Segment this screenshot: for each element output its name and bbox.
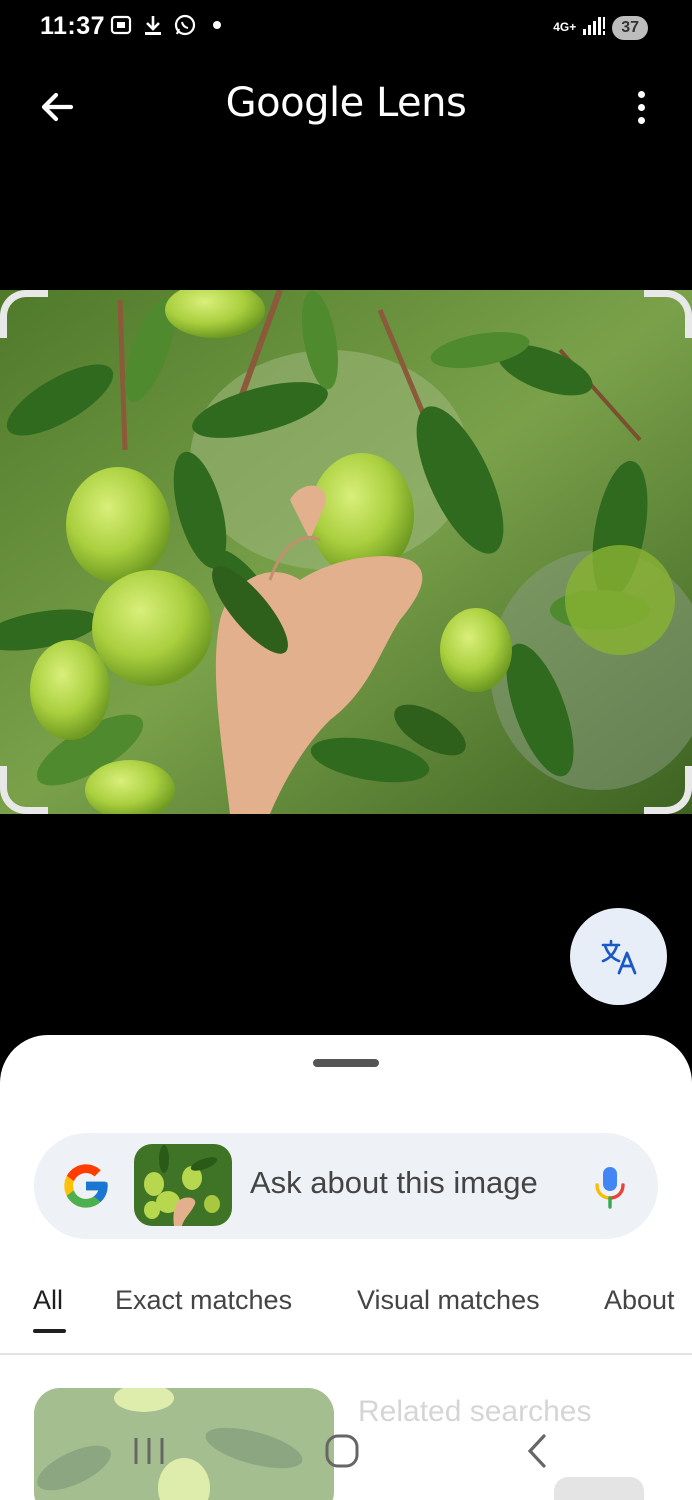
crop-handle-top-right[interactable] bbox=[644, 290, 692, 338]
whatsapp-icon bbox=[174, 14, 196, 36]
crop-handle-top-left[interactable] bbox=[0, 290, 48, 338]
status-right: 4G+ 37 bbox=[553, 14, 648, 41]
more-vert-icon bbox=[637, 90, 645, 98]
notification-icons bbox=[110, 14, 228, 36]
selected-image[interactable] bbox=[0, 290, 692, 814]
download-icon bbox=[142, 14, 164, 36]
pear-tree-photo bbox=[0, 290, 692, 814]
system-back-button[interactable] bbox=[512, 1428, 562, 1474]
tab-selected-indicator bbox=[33, 1329, 66, 1333]
more-options-button[interactable] bbox=[626, 84, 656, 130]
system-nav-bar bbox=[0, 1410, 692, 1500]
search-bar[interactable]: Ask about this image bbox=[34, 1133, 658, 1239]
dot-icon bbox=[206, 14, 228, 36]
search-image-thumbnail[interactable] bbox=[134, 1144, 232, 1226]
lens-screen: 11:37 4G+ 37 Google Lens Ask about this … bbox=[0, 0, 692, 1500]
network-label: 4G+ bbox=[553, 20, 577, 34]
signal-icon bbox=[582, 14, 606, 41]
google-g-logo bbox=[64, 1164, 108, 1208]
home-icon bbox=[325, 1434, 359, 1468]
translate-icon bbox=[601, 939, 636, 974]
battery-indicator: 37 bbox=[612, 15, 648, 40]
app-title: Google Lens bbox=[225, 80, 467, 126]
sheet-drag-handle[interactable] bbox=[313, 1059, 379, 1067]
tab-exact-matches[interactable]: Exact matches bbox=[115, 1285, 292, 1316]
tabs-divider bbox=[0, 1353, 692, 1355]
status-bar: 11:37 4G+ 37 bbox=[0, 0, 692, 56]
search-input[interactable]: Ask about this image bbox=[250, 1165, 546, 1201]
crop-handle-bottom-left[interactable] bbox=[0, 766, 48, 814]
nav-back-icon bbox=[527, 1434, 546, 1468]
screenshot-icon bbox=[110, 14, 132, 36]
tab-all[interactable]: All bbox=[33, 1285, 63, 1316]
result-tabs: All Exact matches Visual matches About bbox=[0, 1281, 692, 1355]
home-button[interactable] bbox=[317, 1428, 367, 1474]
mic-icon[interactable] bbox=[592, 1163, 628, 1211]
recent-apps-icon bbox=[134, 1438, 164, 1464]
translate-button[interactable] bbox=[570, 908, 667, 1005]
app-bar: Google Lens bbox=[0, 56, 692, 156]
status-time: 11:37 bbox=[40, 12, 106, 40]
recent-apps-button[interactable] bbox=[124, 1428, 174, 1474]
tab-visual-matches[interactable]: Visual matches bbox=[357, 1285, 540, 1316]
tab-about[interactable]: About bbox=[604, 1285, 675, 1316]
